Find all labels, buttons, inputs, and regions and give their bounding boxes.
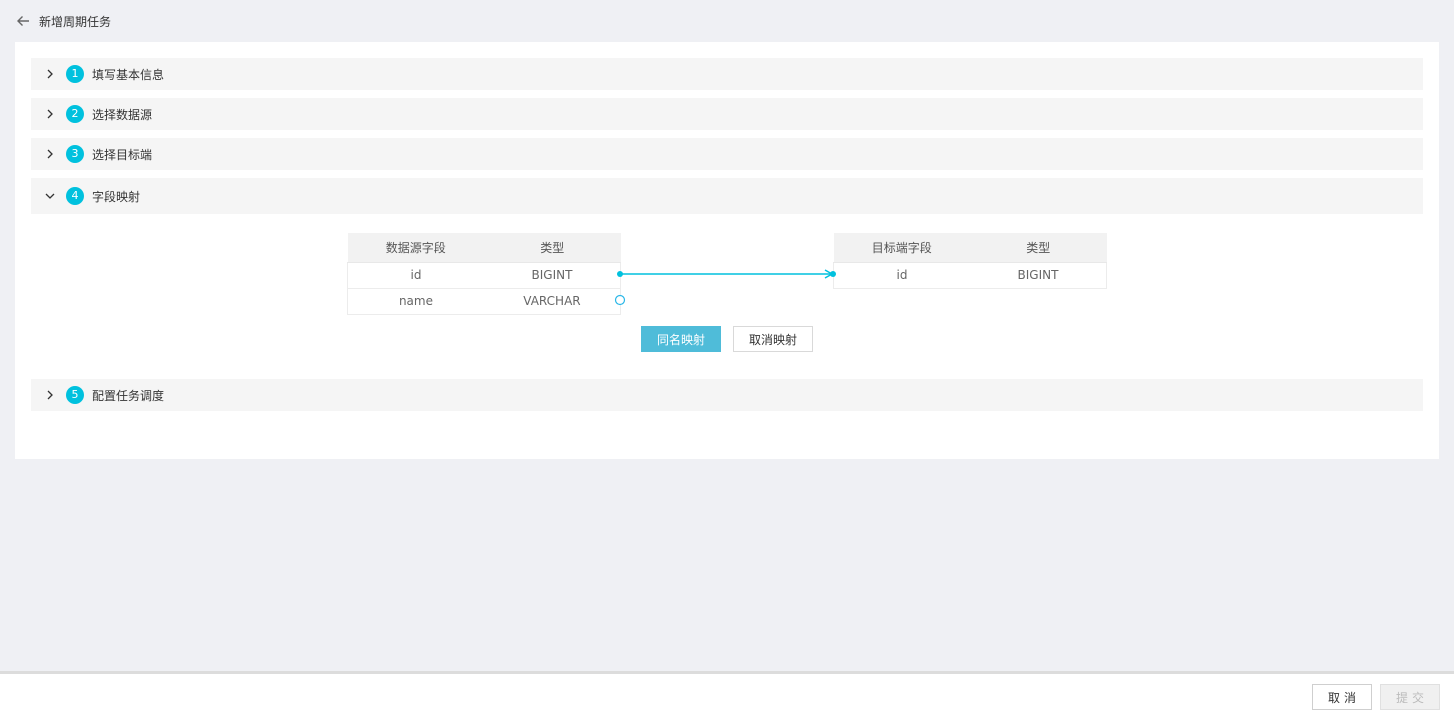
step-schedule[interactable]: 5 配置任务调度 [31,379,1423,411]
top-bar: 新增周期任务 [0,0,1454,42]
step-number: 1 [66,65,84,83]
step-label: 选择数据源 [92,107,153,122]
page-title: 新增周期任务 [39,14,112,29]
target-anchor[interactable] [830,271,836,277]
table-row[interactable]: name VARCHAR [346,287,621,315]
table-header-row: 目标端字段 类型 [833,233,1107,263]
source-fields-table: 数据源字段 类型 id BIGINT name VARCHAR [346,233,621,315]
field-type: VARCHAR [483,287,621,315]
column-header: 类型 [969,233,1107,263]
cancel-mapping-button[interactable]: 取消映射 [733,326,813,352]
step-label: 配置任务调度 [92,388,165,403]
step-number: 3 [66,145,84,163]
chevron-down-icon [45,191,55,201]
step-target[interactable]: 3 选择目标端 [31,138,1423,170]
chevron-right-icon [45,109,55,119]
mapping-connector [614,269,836,306]
step-number: 5 [66,386,84,404]
task-form-card: 1 填写基本信息 2 选择数据源 3 选择目标端 4 字段映射 数据源字段 类型… [15,42,1439,459]
column-header: 目标端字段 [833,233,970,263]
chevron-right-icon [45,69,55,79]
submit-button[interactable]: 提交 [1380,684,1440,710]
step-label: 选择目标端 [92,147,153,162]
same-name-mapping-button[interactable]: 同名映射 [641,326,721,352]
step-label: 填写基本信息 [92,67,165,82]
back-arrow-icon[interactable] [16,14,30,28]
table-row[interactable]: id BIGINT [832,261,1107,289]
target-fields-table: 目标端字段 类型 id BIGINT [832,233,1107,289]
chevron-right-icon [45,149,55,159]
step-basic-info[interactable]: 1 填写基本信息 [31,58,1423,90]
field-name: id [832,261,970,289]
field-name: name [346,287,484,315]
source-anchor-unconnected[interactable] [614,294,626,306]
field-name: id [346,261,484,289]
footer-bar: 取消 提交 [0,671,1454,711]
step-data-source[interactable]: 2 选择数据源 [31,98,1423,130]
column-header: 类型 [483,233,621,263]
field-type: BIGINT [969,261,1107,289]
step-number: 2 [66,105,84,123]
chevron-right-icon [45,390,55,400]
cancel-button[interactable]: 取消 [1312,684,1372,710]
table-header-row: 数据源字段 类型 [347,233,621,263]
field-type: BIGINT [483,261,621,289]
table-row[interactable]: id BIGINT [346,261,621,289]
step-number: 4 [66,187,84,205]
column-header: 数据源字段 [347,233,484,263]
step-label: 字段映射 [92,189,141,204]
source-anchor-connected[interactable] [617,271,623,277]
step-field-mapping[interactable]: 4 字段映射 [31,178,1423,214]
